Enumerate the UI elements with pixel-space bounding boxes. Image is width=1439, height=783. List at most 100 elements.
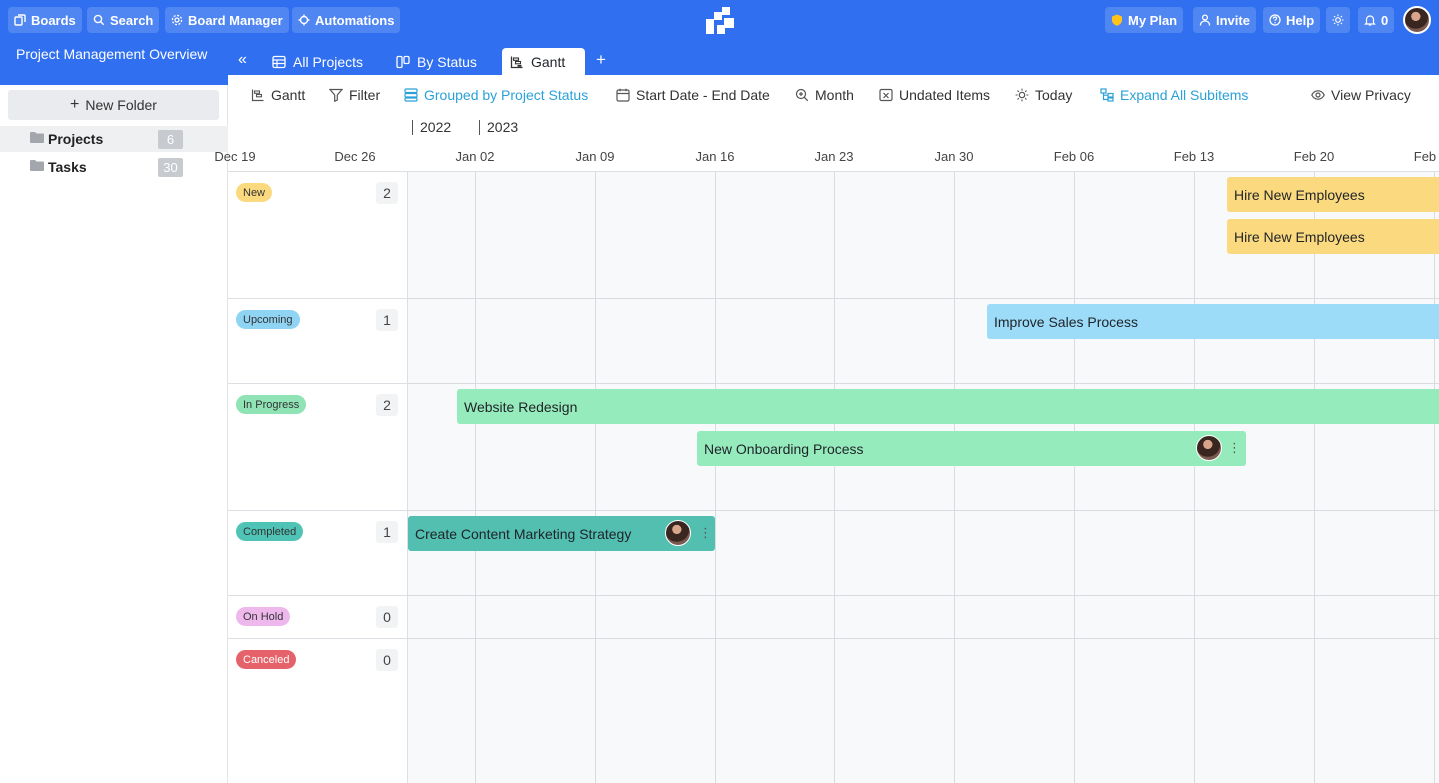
row-divider <box>408 298 1439 299</box>
assignee-avatar[interactable] <box>665 520 691 546</box>
week-label: Jan 09 <box>575 149 615 164</box>
undated-items-label: Undated Items <box>899 87 991 103</box>
more-options-icon[interactable]: ⋮ <box>699 525 712 541</box>
project-title: Project Management Overview <box>0 41 228 85</box>
grid-line <box>1314 172 1315 783</box>
my-plan-label: My Plan <box>1128 12 1178 28</box>
week-label: Feb 27 <box>1413 149 1439 164</box>
grid-line <box>1194 172 1195 783</box>
automations-button[interactable]: Automations <box>292 7 401 33</box>
user-icon <box>1199 14 1211 26</box>
filter-button[interactable]: Filter <box>329 87 380 103</box>
row-divider <box>408 638 1439 639</box>
board-manager-button[interactable]: Board Manager <box>165 7 289 33</box>
calendar-icon <box>616 88 630 102</box>
sidebar-item-tasks[interactable]: Tasks 30 <box>0 154 228 180</box>
gantt-toolbar: Gantt Filter Grouped by Project Status S… <box>228 75 1439 117</box>
gantt-bar-hire-new-employees[interactable]: Hire New Employees <box>1227 219 1439 254</box>
bar-label: New Onboarding Process <box>704 440 864 457</box>
view-privacy-button[interactable]: View Privacy <box>1311 87 1411 103</box>
week-label: Dec 19 <box>214 149 256 164</box>
gantt-bar-improve-sales-process[interactable]: Improve Sales Process <box>987 304 1439 339</box>
theme-toggle-button[interactable] <box>1326 7 1350 33</box>
gantt-view-button[interactable]: Gantt <box>251 87 305 103</box>
year-label: 2023 <box>479 120 518 135</box>
date-range-button[interactable]: Start Date - End Date <box>616 87 770 103</box>
grid-line <box>715 172 716 783</box>
group-labels: New 2 Upcoming 1 In Progress 2 Completed… <box>228 172 408 783</box>
group-by-button[interactable]: Grouped by Project Status <box>404 87 588 103</box>
year-label: 2022 <box>412 120 451 135</box>
group-divider <box>228 595 408 596</box>
folder-label: Projects <box>48 131 104 147</box>
status-badge-new: New <box>236 183 273 202</box>
filter-icon <box>329 88 343 102</box>
grid-line <box>954 172 955 783</box>
sidebar: + New Folder Projects 6 Tasks 30 <box>0 85 228 783</box>
grid-line <box>475 172 476 783</box>
week-label: Jan 02 <box>455 149 495 164</box>
tab-by-status[interactable]: By Status <box>388 48 485 75</box>
grid-line <box>1434 172 1435 783</box>
bar-label: Improve Sales Process <box>994 313 1138 330</box>
top-bar: Boards Search Board Manager Automations … <box>0 0 1439 41</box>
undated-items-button[interactable]: Undated Items <box>879 87 990 103</box>
gantt-grid: Hire New Employees Hire New Employees Im… <box>408 172 1439 783</box>
new-folder-label: New Folder <box>85 97 157 113</box>
bar-label: Hire New Employees <box>1234 186 1365 203</box>
app-logo-icon <box>706 7 734 34</box>
group-count: 0 <box>376 649 398 671</box>
search-label: Search <box>110 12 154 28</box>
gantt-bar-website-redesign[interactable]: Website Redesign <box>457 389 1439 424</box>
collapse-sidebar-button[interactable]: « <box>238 51 247 69</box>
week-label: Jan 16 <box>695 149 735 164</box>
sun-icon <box>1015 88 1029 102</box>
week-label: Jan 30 <box>934 149 974 164</box>
boards-button[interactable]: Boards <box>8 7 82 33</box>
group-divider <box>228 638 408 639</box>
tab-label: By Status <box>417 53 477 70</box>
gantt-icon <box>251 89 264 102</box>
week-label: Feb 06 <box>1053 149 1095 164</box>
hierarchy-icon <box>1100 88 1114 102</box>
zoom-month-button[interactable]: Month <box>795 87 854 103</box>
tab-gantt[interactable]: Gantt <box>502 48 585 75</box>
undated-icon <box>879 88 893 102</box>
my-plan-button[interactable]: My Plan <box>1105 7 1184 33</box>
status-badge-in-progress: In Progress <box>236 395 307 414</box>
more-options-icon[interactable]: ⋮ <box>1228 440 1241 456</box>
tab-all-projects[interactable]: All Projects <box>264 48 371 75</box>
sidebar-item-projects[interactable]: Projects 6 <box>0 126 228 152</box>
grid-line <box>1074 172 1075 783</box>
new-folder-button[interactable]: + New Folder <box>8 90 219 120</box>
folder-label: Tasks <box>48 159 87 175</box>
help-button[interactable]: Help <box>1263 7 1321 33</box>
user-avatar[interactable] <box>1403 6 1431 34</box>
bar-label: Website Redesign <box>464 398 578 415</box>
gantt-bar-create-content-marketing-strategy[interactable]: Create Content Marketing Strategy ⋮ <box>408 516 715 551</box>
status-badge-on-hold: On Hold <box>236 607 291 626</box>
automation-icon <box>298 14 310 26</box>
invite-label: Invite <box>1216 12 1250 28</box>
view-privacy-label: View Privacy <box>1331 87 1411 103</box>
expand-subitems-button[interactable]: Expand All Subitems <box>1100 87 1248 103</box>
gantt-bar-hire-new-employees[interactable]: Hire New Employees <box>1227 177 1439 212</box>
timeline-header: 2022 2023 Dec 19 Dec 26 Jan 02 Jan 09 Ja… <box>214 117 1439 172</box>
group-count: 1 <box>376 309 398 331</box>
grid-line <box>834 172 835 783</box>
today-label: Today <box>1035 87 1073 103</box>
invite-button[interactable]: Invite <box>1193 7 1256 33</box>
assignee-avatar[interactable] <box>1196 435 1222 461</box>
add-tab-button[interactable]: + <box>596 50 606 70</box>
gantt-bar-new-onboarding-process[interactable]: New Onboarding Process ⋮ <box>697 431 1246 466</box>
today-button[interactable]: Today <box>1015 87 1072 103</box>
group-icon <box>404 88 418 102</box>
plus-icon: + <box>70 96 80 113</box>
search-button[interactable]: Search <box>87 7 160 33</box>
status-badge-upcoming: Upcoming <box>236 310 300 329</box>
row-divider <box>408 510 1439 511</box>
tab-label: Gantt <box>531 53 566 70</box>
zoom-month-label: Month <box>815 87 854 103</box>
notifications-button[interactable]: 0 <box>1358 7 1395 33</box>
automations-label: Automations <box>315 12 395 28</box>
